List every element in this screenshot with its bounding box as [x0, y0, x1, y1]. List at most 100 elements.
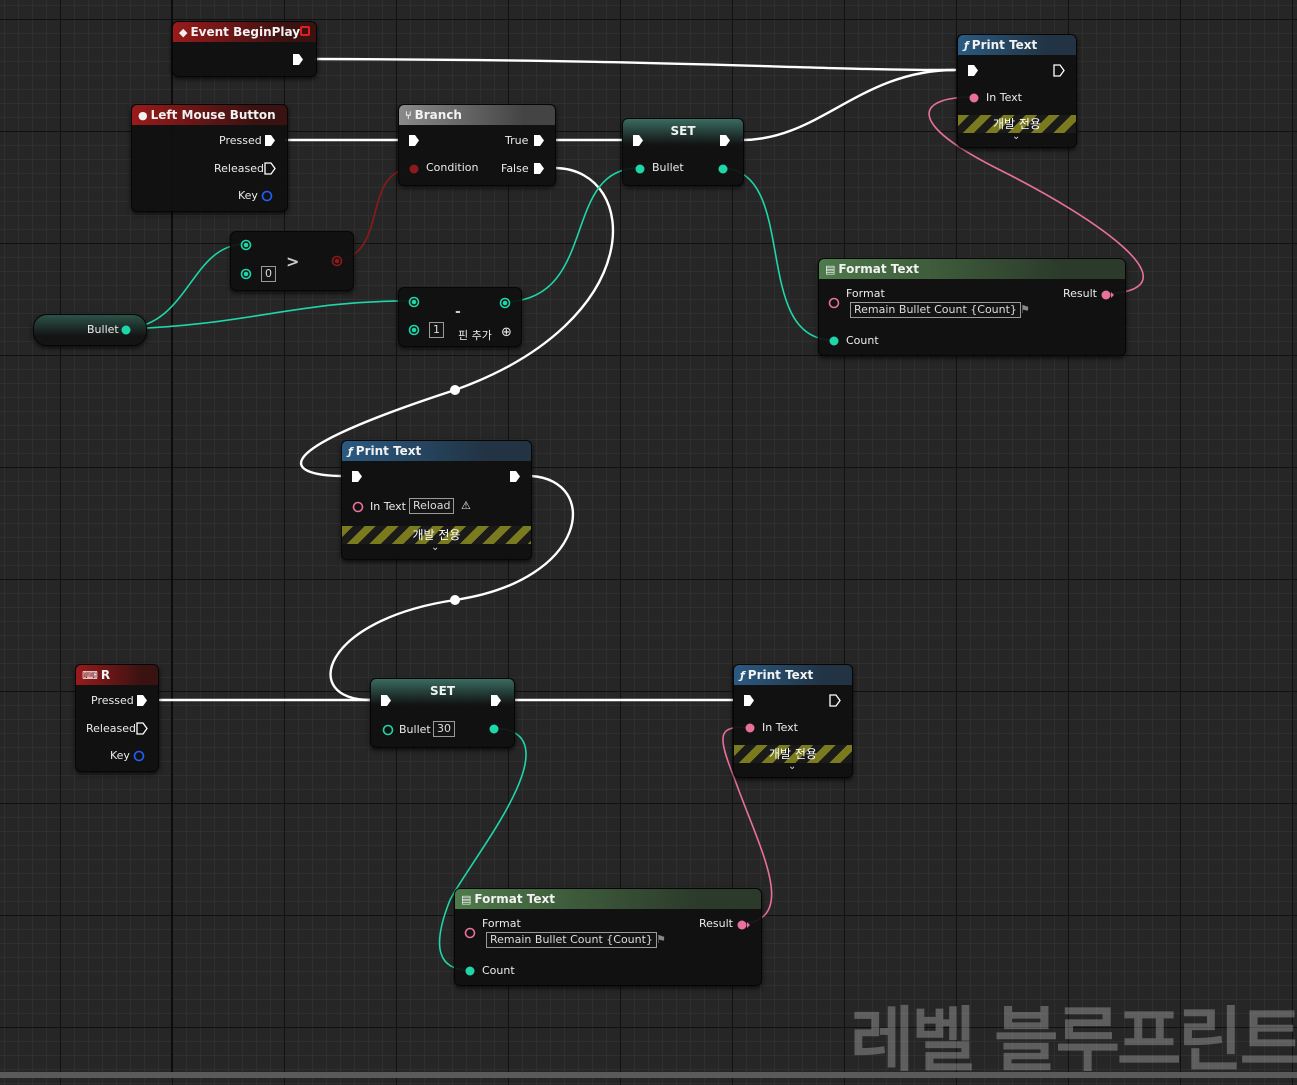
chevron-down-icon[interactable]: ⌄: [431, 542, 439, 553]
pressed-exec-pin[interactable]: [136, 694, 148, 707]
exec-in-pin[interactable]: [967, 64, 979, 77]
bullet-out-pin[interactable]: [717, 163, 729, 175]
branch-node[interactable]: ⑂ Branch True Condition False: [398, 104, 556, 186]
set-bullet-node-2[interactable]: SET Bullet 30: [370, 678, 515, 748]
exec-out-pin[interactable]: [719, 134, 731, 147]
flag-icon[interactable]: ⚑: [1020, 303, 1030, 316]
bullet-in-pin[interactable]: [382, 724, 394, 736]
int-wire: [721, 167, 834, 341]
print-text-node-1[interactable]: ƒ Print Text In Text 개발 전용 ⌄: [957, 34, 1077, 148]
set-bullet-node-1[interactable]: SET Bullet: [622, 118, 744, 186]
node-header: ⌨ R: [76, 665, 158, 685]
released-exec-pin[interactable]: [136, 722, 148, 735]
exec-wire: [740, 68, 957, 142]
format-text-node-2[interactable]: ▤ Format Text Format Remain Bullet Count …: [454, 888, 762, 986]
key-label: Key: [238, 189, 258, 202]
branch-icon: ⑂: [405, 109, 412, 122]
bottom-status-bar: [0, 1072, 1297, 1078]
add-pin-label[interactable]: 핀 추가: [458, 327, 492, 343]
exec-in-pin[interactable]: [632, 134, 644, 147]
exec-out-pin[interactable]: [509, 470, 521, 483]
print-text-node-2[interactable]: ƒ Print Text In Text Reload ⚠ 개발 전용 ⌄: [341, 440, 532, 560]
exec-in-pin[interactable]: [743, 694, 755, 707]
greater-than-node[interactable]: 0 >: [230, 231, 354, 291]
left-mouse-button-node[interactable]: ● Left Mouse Button Pressed Released Key: [131, 104, 288, 212]
condition-pin[interactable]: [408, 163, 420, 175]
warning-icon: ⚠: [461, 499, 471, 512]
released-exec-pin[interactable]: [264, 162, 276, 175]
bullet-label: Bullet: [399, 723, 431, 736]
subtract-node[interactable]: 1 - 핀 추가 ⊕: [398, 287, 522, 347]
result-label: Result: [1063, 287, 1097, 300]
a-pin[interactable]: [408, 296, 420, 308]
format-text-icon: ▤: [825, 263, 836, 276]
node-title: R: [100, 668, 111, 682]
in-text-pin[interactable]: [352, 501, 364, 513]
in-text-pin[interactable]: [968, 92, 980, 104]
true-exec-pin[interactable]: [533, 134, 545, 147]
bullet-getter-node[interactable]: Bullet: [33, 314, 147, 346]
format-value-input[interactable]: Remain Bullet Count {Count}: [850, 302, 1021, 318]
a-pin[interactable]: [240, 239, 252, 251]
chevron-down-icon[interactable]: ⌄: [1012, 131, 1020, 142]
exec-out-pin[interactable]: [829, 694, 841, 707]
exec-out-pin[interactable]: [490, 694, 502, 707]
exec-in-pin[interactable]: [380, 694, 392, 707]
exec-out-pin[interactable]: [1053, 64, 1065, 77]
function-f-icon: ƒ: [964, 39, 969, 52]
add-pin-plus-icon[interactable]: ⊕: [501, 325, 512, 340]
r-key-node[interactable]: ⌨ R Pressed Released Key: [75, 664, 159, 772]
chevron-down-icon[interactable]: ⌄: [788, 761, 796, 772]
count-label: Count: [846, 334, 879, 347]
node-header: ⑂ Branch: [399, 105, 555, 125]
in-text-label: In Text: [986, 91, 1022, 104]
format-value-input[interactable]: Remain Bullet Count {Count}: [486, 932, 657, 948]
in-text-value-input[interactable]: Reload: [409, 498, 455, 514]
b-pin[interactable]: [240, 268, 252, 280]
node-title: Print Text: [747, 668, 814, 682]
bool-out-pin[interactable]: [331, 255, 343, 267]
print-text-node-3[interactable]: ƒ Print Text In Text 개발 전용 ⌄: [733, 664, 853, 778]
b-value-input[interactable]: 0: [261, 266, 276, 282]
mouse-icon: ●: [138, 109, 148, 122]
bullet-out-pin[interactable]: [120, 324, 132, 336]
format-text-node-1[interactable]: ▤ Format Text Format Remain Bullet Count …: [818, 258, 1126, 356]
int-wire: [124, 300, 414, 330]
node-title: Format Text: [838, 262, 920, 276]
node-header: ● Left Mouse Button: [132, 105, 287, 125]
result-out-pin[interactable]: [499, 297, 511, 309]
node-title: Event BeginPlay: [190, 25, 301, 39]
event-beginplay-node[interactable]: ◆ Event BeginPlay: [172, 21, 317, 77]
exec-out-pin[interactable]: [292, 53, 304, 66]
exec-in-pin[interactable]: [408, 134, 420, 147]
event-delegate-pin[interactable]: [300, 26, 311, 37]
reroute-knot: [450, 595, 460, 605]
pressed-exec-pin[interactable]: [264, 134, 276, 147]
format-pin[interactable]: [464, 927, 476, 939]
node-header: ƒ Print Text: [734, 665, 852, 685]
exec-in-pin[interactable]: [351, 470, 363, 483]
node-title: Print Text: [355, 444, 422, 458]
exec-wire: [314, 57, 957, 72]
format-pin[interactable]: [828, 297, 840, 309]
bullet-value-input[interactable]: 30: [433, 721, 455, 737]
b-pin[interactable]: [408, 324, 420, 336]
count-pin[interactable]: [828, 335, 840, 347]
operator-label: >: [286, 252, 300, 271]
int-wire: [504, 167, 640, 303]
b-value-input[interactable]: 1: [429, 322, 444, 338]
in-text-pin[interactable]: [744, 722, 756, 734]
reroute-knot: [450, 385, 460, 395]
flag-icon[interactable]: ⚑: [656, 933, 666, 946]
in-text-label: In Text: [370, 500, 406, 513]
blueprint-graph-canvas[interactable]: ◆ Event BeginPlay ƒ Print Text In Text 개발 …: [0, 0, 1297, 1081]
key-struct-pin[interactable]: [261, 190, 274, 202]
count-pin[interactable]: [464, 965, 476, 977]
key-struct-pin[interactable]: [133, 750, 146, 762]
false-exec-pin[interactable]: [533, 162, 545, 175]
result-pin[interactable]: [1100, 289, 1114, 301]
bullet-out-pin[interactable]: [488, 723, 500, 735]
bullet-in-pin[interactable]: [634, 163, 646, 175]
node-header: ƒ Print Text: [342, 441, 531, 461]
result-pin[interactable]: [736, 919, 750, 931]
